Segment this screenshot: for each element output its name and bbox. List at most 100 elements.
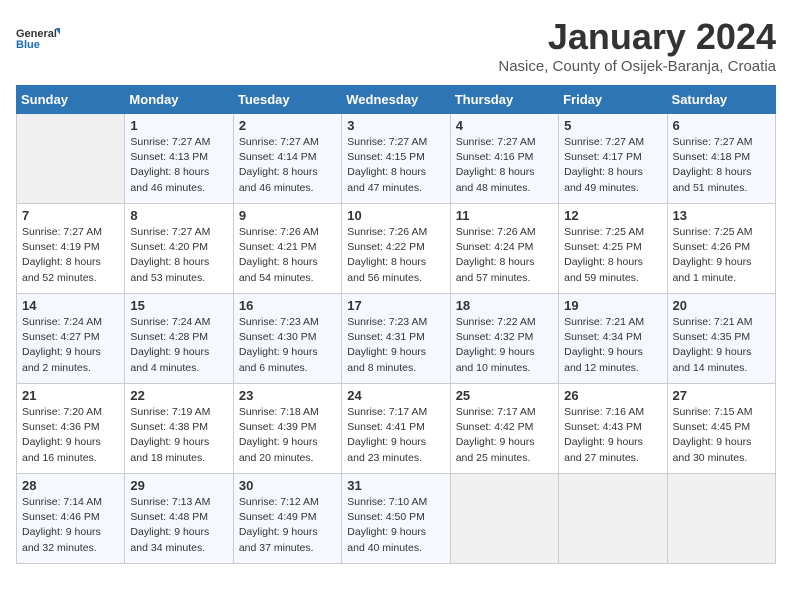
day-number: 18 — [456, 298, 553, 313]
day-number: 24 — [347, 388, 444, 403]
sunset-text: Sunset: 4:50 PM — [347, 511, 425, 523]
calendar-week-5: 28 Sunrise: 7:14 AM Sunset: 4:46 PM Dayl… — [17, 474, 776, 564]
sunrise-text: Sunrise: 7:17 AM — [347, 406, 427, 418]
sunrise-text: Sunrise: 7:18 AM — [239, 406, 319, 418]
sunset-text: Sunset: 4:31 PM — [347, 331, 425, 343]
sunrise-text: Sunrise: 7:24 AM — [130, 316, 210, 328]
daylight-text: Daylight: 9 hours and 27 minutes. — [564, 436, 643, 463]
sunrise-text: Sunrise: 7:16 AM — [564, 406, 644, 418]
sunrise-text: Sunrise: 7:17 AM — [456, 406, 536, 418]
day-number: 13 — [673, 208, 770, 223]
day-number: 31 — [347, 478, 444, 493]
day-number: 19 — [564, 298, 661, 313]
calendar-cell-w2-d7: 13 Sunrise: 7:25 AM Sunset: 4:26 PM Dayl… — [667, 204, 775, 294]
sunset-text: Sunset: 4:22 PM — [347, 241, 425, 253]
calendar-cell-w5-d3: 30 Sunrise: 7:12 AM Sunset: 4:49 PM Dayl… — [233, 474, 341, 564]
sunset-text: Sunset: 4:18 PM — [673, 151, 751, 163]
daylight-text: Daylight: 9 hours and 12 minutes. — [564, 346, 643, 373]
daylight-text: Daylight: 9 hours and 10 minutes. — [456, 346, 535, 373]
calendar-cell-w3-d5: 18 Sunrise: 7:22 AM Sunset: 4:32 PM Dayl… — [450, 294, 558, 384]
sunset-text: Sunset: 4:19 PM — [22, 241, 100, 253]
sunrise-text: Sunrise: 7:21 AM — [673, 316, 753, 328]
page-header: General Blue January 2024 Nasice, County… — [16, 16, 776, 75]
calendar-week-3: 14 Sunrise: 7:24 AM Sunset: 4:27 PM Dayl… — [17, 294, 776, 384]
daylight-text: Daylight: 8 hours and 49 minutes. — [564, 166, 643, 193]
day-info: Sunrise: 7:27 AM Sunset: 4:13 PM Dayligh… — [130, 135, 227, 196]
sunrise-text: Sunrise: 7:26 AM — [347, 226, 427, 238]
day-number: 9 — [239, 208, 336, 223]
sunset-text: Sunset: 4:35 PM — [673, 331, 751, 343]
daylight-text: Daylight: 9 hours and 25 minutes. — [456, 436, 535, 463]
sunset-text: Sunset: 4:13 PM — [130, 151, 208, 163]
calendar-cell-w3-d7: 20 Sunrise: 7:21 AM Sunset: 4:35 PM Dayl… — [667, 294, 775, 384]
sunset-text: Sunset: 4:17 PM — [564, 151, 642, 163]
daylight-text: Daylight: 9 hours and 30 minutes. — [673, 436, 752, 463]
day-info: Sunrise: 7:25 AM Sunset: 4:25 PM Dayligh… — [564, 225, 661, 286]
sunrise-text: Sunrise: 7:26 AM — [456, 226, 536, 238]
calendar-cell-w1-d1 — [17, 114, 125, 204]
sunset-text: Sunset: 4:36 PM — [22, 421, 100, 433]
sunrise-text: Sunrise: 7:23 AM — [239, 316, 319, 328]
sunrise-text: Sunrise: 7:27 AM — [347, 136, 427, 148]
sunrise-text: Sunrise: 7:27 AM — [130, 226, 210, 238]
sunset-text: Sunset: 4:20 PM — [130, 241, 208, 253]
sunset-text: Sunset: 4:16 PM — [456, 151, 534, 163]
sunset-text: Sunset: 4:28 PM — [130, 331, 208, 343]
sunset-text: Sunset: 4:45 PM — [673, 421, 751, 433]
calendar-cell-w1-d2: 1 Sunrise: 7:27 AM Sunset: 4:13 PM Dayli… — [125, 114, 233, 204]
daylight-text: Daylight: 8 hours and 47 minutes. — [347, 166, 426, 193]
daylight-text: Daylight: 9 hours and 2 minutes. — [22, 346, 101, 373]
calendar-week-2: 7 Sunrise: 7:27 AM Sunset: 4:19 PM Dayli… — [17, 204, 776, 294]
calendar-week-1: 1 Sunrise: 7:27 AM Sunset: 4:13 PM Dayli… — [17, 114, 776, 204]
day-info: Sunrise: 7:20 AM Sunset: 4:36 PM Dayligh… — [22, 405, 119, 466]
daylight-text: Daylight: 9 hours and 16 minutes. — [22, 436, 101, 463]
sunrise-text: Sunrise: 7:27 AM — [130, 136, 210, 148]
sunset-text: Sunset: 4:14 PM — [239, 151, 317, 163]
calendar-cell-w2-d6: 12 Sunrise: 7:25 AM Sunset: 4:25 PM Dayl… — [559, 204, 667, 294]
sunrise-text: Sunrise: 7:20 AM — [22, 406, 102, 418]
calendar-cell-w4-d2: 22 Sunrise: 7:19 AM Sunset: 4:38 PM Dayl… — [125, 384, 233, 474]
day-number: 27 — [673, 388, 770, 403]
sunrise-text: Sunrise: 7:27 AM — [673, 136, 753, 148]
day-info: Sunrise: 7:25 AM Sunset: 4:26 PM Dayligh… — [673, 225, 770, 286]
day-info: Sunrise: 7:27 AM Sunset: 4:14 PM Dayligh… — [239, 135, 336, 196]
sunset-text: Sunset: 4:43 PM — [564, 421, 642, 433]
header-monday: Monday — [125, 86, 233, 114]
logo: General Blue — [16, 16, 60, 60]
day-number: 3 — [347, 118, 444, 133]
day-info: Sunrise: 7:24 AM Sunset: 4:27 PM Dayligh… — [22, 315, 119, 376]
sunrise-text: Sunrise: 7:14 AM — [22, 496, 102, 508]
daylight-text: Daylight: 9 hours and 6 minutes. — [239, 346, 318, 373]
calendar-cell-w4-d7: 27 Sunrise: 7:15 AM Sunset: 4:45 PM Dayl… — [667, 384, 775, 474]
day-number: 8 — [130, 208, 227, 223]
daylight-text: Daylight: 9 hours and 18 minutes. — [130, 436, 209, 463]
daylight-text: Daylight: 8 hours and 51 minutes. — [673, 166, 752, 193]
day-info: Sunrise: 7:12 AM Sunset: 4:49 PM Dayligh… — [239, 495, 336, 556]
day-number: 26 — [564, 388, 661, 403]
sunrise-text: Sunrise: 7:23 AM — [347, 316, 427, 328]
calendar-cell-w3-d1: 14 Sunrise: 7:24 AM Sunset: 4:27 PM Dayl… — [17, 294, 125, 384]
daylight-text: Daylight: 8 hours and 52 minutes. — [22, 256, 101, 283]
day-number: 15 — [130, 298, 227, 313]
daylight-text: Daylight: 8 hours and 54 minutes. — [239, 256, 318, 283]
daylight-text: Daylight: 9 hours and 20 minutes. — [239, 436, 318, 463]
day-number: 28 — [22, 478, 119, 493]
day-number: 21 — [22, 388, 119, 403]
sunset-text: Sunset: 4:38 PM — [130, 421, 208, 433]
logo-svg: General Blue — [16, 16, 60, 60]
day-number: 11 — [456, 208, 553, 223]
daylight-text: Daylight: 9 hours and 32 minutes. — [22, 526, 101, 553]
calendar-cell-w2-d5: 11 Sunrise: 7:26 AM Sunset: 4:24 PM Dayl… — [450, 204, 558, 294]
day-info: Sunrise: 7:27 AM Sunset: 4:20 PM Dayligh… — [130, 225, 227, 286]
sunrise-text: Sunrise: 7:15 AM — [673, 406, 753, 418]
calendar-cell-w1-d6: 5 Sunrise: 7:27 AM Sunset: 4:17 PM Dayli… — [559, 114, 667, 204]
sunset-text: Sunset: 4:34 PM — [564, 331, 642, 343]
sunrise-text: Sunrise: 7:13 AM — [130, 496, 210, 508]
day-number: 23 — [239, 388, 336, 403]
daylight-text: Daylight: 9 hours and 14 minutes. — [673, 346, 752, 373]
daylight-text: Daylight: 8 hours and 48 minutes. — [456, 166, 535, 193]
daylight-text: Daylight: 8 hours and 59 minutes. — [564, 256, 643, 283]
day-info: Sunrise: 7:27 AM Sunset: 4:15 PM Dayligh… — [347, 135, 444, 196]
day-info: Sunrise: 7:27 AM Sunset: 4:19 PM Dayligh… — [22, 225, 119, 286]
calendar-cell-w2-d1: 7 Sunrise: 7:27 AM Sunset: 4:19 PM Dayli… — [17, 204, 125, 294]
